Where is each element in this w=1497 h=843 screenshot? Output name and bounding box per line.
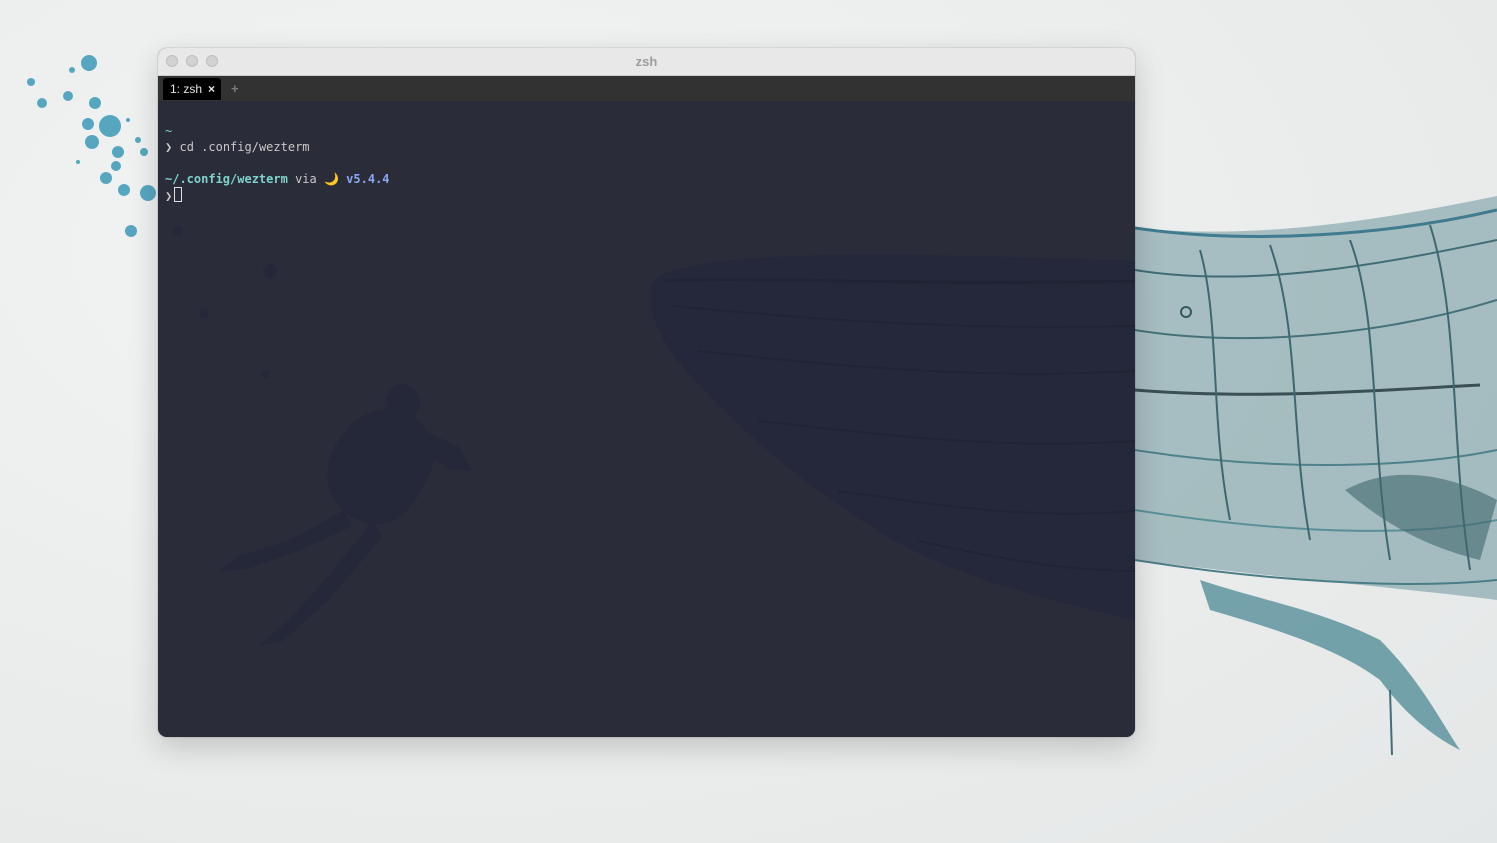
tab-zsh[interactable]: 1: zsh × [163,77,222,100]
terminal-line: ❯ [165,187,390,203]
text-cursor[interactable] [174,187,183,202]
prompt-path: ~/.config/wezterm [165,172,288,186]
terminal-pane[interactable]: ~ ❯ cd .config/wezterm ~/.config/wezterm… [158,101,1135,737]
moon-icon: 🌙 [323,172,339,186]
terminal-line: ~ [165,123,390,139]
terminal-window: zsh 1: zsh × + ~ ❯ cd .config/wezterm ~/… [158,48,1135,737]
tab-bar: 1: zsh × + [158,76,1135,101]
command-text: cd .config/wezterm [179,140,310,154]
version-badge: v5.4.4 [346,172,390,186]
prompt-via: via [295,172,317,186]
title-bar[interactable]: zsh [158,48,1135,76]
terminal-output: ~ ❯ cd .config/wezterm ~/.config/wezterm… [165,123,390,203]
new-tab-button[interactable]: + [231,81,239,96]
prompt-symbol: ❯ [165,189,173,203]
prompt-symbol: ❯ [165,140,173,154]
terminal-line: ❯ cd .config/wezterm [165,139,390,155]
window-title: zsh [635,54,658,69]
terminal-line: ~/.config/wezterm via 🌙 v5.4.4 [165,171,390,187]
tab-label: 1: zsh [170,81,203,96]
close-tab-icon[interactable]: × [208,82,215,96]
prompt-path: ~ [165,124,173,138]
